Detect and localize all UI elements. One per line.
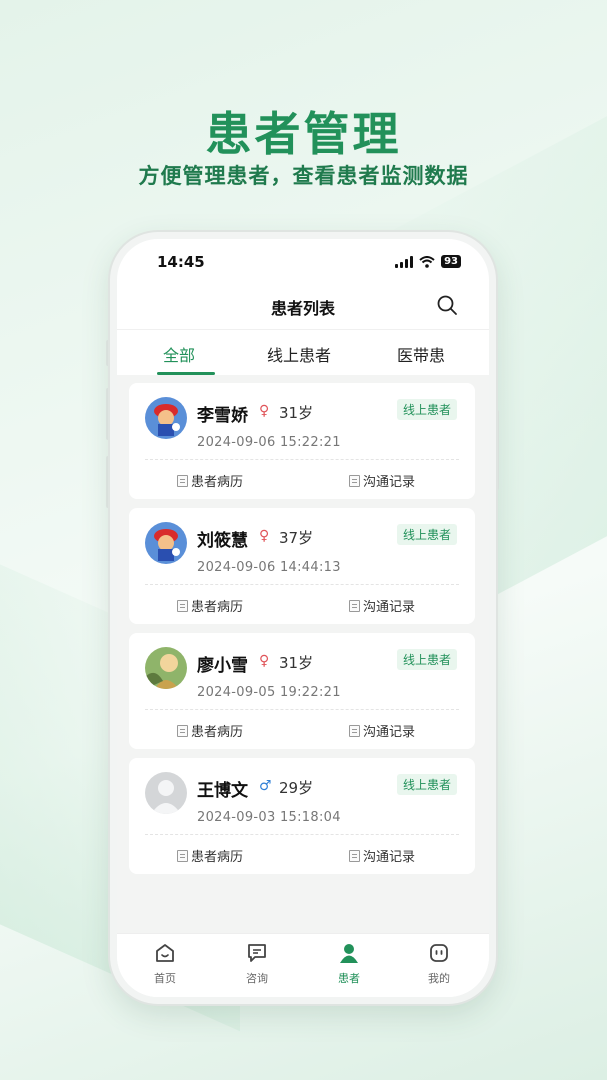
phone-frame: 14:45 93 患者列表 全部 线上患者 医带患 李雪娇 ♀ 31岁 线上患者… bbox=[110, 232, 496, 1004]
patient-name: 刘筱慧 bbox=[197, 531, 248, 551]
medical-record-label: 患者病历 bbox=[191, 600, 244, 615]
patient-name: 廖小雪 bbox=[197, 656, 248, 676]
profile-icon bbox=[430, 944, 448, 962]
signal-icon bbox=[395, 255, 414, 268]
patient-card[interactable]: 王博文 ♂ 29岁 线上患者 2024-09-03 15:18:04 患者病历 … bbox=[129, 758, 475, 874]
status-bar: 14:45 93 bbox=[117, 251, 489, 275]
tab-doctor-patients[interactable]: 医带患 bbox=[397, 342, 445, 366]
patient-timestamp: 2024-09-03 15:18:04 bbox=[197, 810, 341, 825]
communication-record-label: 沟通记录 bbox=[363, 475, 416, 490]
document-icon bbox=[349, 599, 360, 612]
patient-card[interactable]: 廖小雪 ♀ 31岁 线上患者 2024-09-05 19:22:21 患者病历 … bbox=[129, 633, 475, 749]
promo-subline: 方便管理患者，查看患者监测数据 bbox=[138, 164, 469, 188]
tab-home-label: 首页 bbox=[154, 972, 176, 985]
tab-patients[interactable]: 患者 bbox=[319, 942, 379, 986]
communication-record-label: 沟通记录 bbox=[363, 725, 416, 740]
medical-record-button[interactable]: 患者病历 bbox=[177, 471, 243, 490]
patient-list: 李雪娇 ♀ 31岁 线上患者 2024-09-06 15:22:21 患者病历 … bbox=[117, 375, 489, 947]
default-avatar bbox=[145, 772, 187, 814]
status-badge: 线上患者 bbox=[396, 524, 457, 545]
chat-icon bbox=[248, 944, 266, 962]
mario-avatar bbox=[145, 397, 187, 439]
patient-timestamp: 2024-09-05 19:22:21 bbox=[197, 685, 341, 700]
patient-icon bbox=[340, 944, 358, 963]
patient-card[interactable]: 刘筱慧 ♀ 37岁 线上患者 2024-09-06 14:44:13 患者病历 … bbox=[129, 508, 475, 624]
patient-age: 37岁 bbox=[279, 529, 314, 547]
tab-all[interactable]: 全部 bbox=[163, 342, 195, 366]
status-time: 14:45 bbox=[157, 253, 205, 271]
tab-profile-label: 我的 bbox=[428, 972, 450, 985]
communication-record-label: 沟通记录 bbox=[363, 600, 416, 615]
communication-record-button[interactable]: 沟通记录 bbox=[349, 471, 415, 490]
bottom-tab-bar: 首页 咨询 患者 我的 bbox=[117, 933, 489, 997]
document-icon bbox=[349, 849, 360, 862]
patient-age: 29岁 bbox=[279, 779, 314, 797]
promo-headline: 患者管理 bbox=[205, 107, 402, 161]
document-icon bbox=[349, 474, 360, 487]
communication-record-label: 沟通记录 bbox=[363, 850, 416, 865]
medical-record-button[interactable]: 患者病历 bbox=[177, 596, 243, 615]
page-title: 患者列表 bbox=[270, 299, 335, 318]
search-icon[interactable] bbox=[435, 293, 459, 317]
communication-record-button[interactable]: 沟通记录 bbox=[349, 846, 415, 865]
patient-timestamp: 2024-09-06 14:44:13 bbox=[197, 560, 341, 575]
home-icon bbox=[156, 944, 174, 962]
medical-record-label: 患者病历 bbox=[191, 475, 244, 490]
medical-record-label: 患者病历 bbox=[191, 725, 244, 740]
medical-record-label: 患者病历 bbox=[191, 850, 244, 865]
tab-consult[interactable]: 咨询 bbox=[227, 942, 287, 986]
status-badge: 线上患者 bbox=[396, 399, 457, 420]
female-icon: ♀ bbox=[259, 528, 270, 544]
medical-record-button[interactable]: 患者病历 bbox=[177, 721, 243, 740]
filter-tabs: 全部 线上患者 医带患 bbox=[117, 329, 489, 375]
tab-consult-label: 咨询 bbox=[246, 972, 268, 985]
tab-online-patients[interactable]: 线上患者 bbox=[267, 342, 331, 366]
communication-record-button[interactable]: 沟通记录 bbox=[349, 596, 415, 615]
battery-indicator: 93 bbox=[441, 255, 461, 268]
tab-patients-label: 患者 bbox=[338, 972, 360, 985]
document-icon bbox=[177, 849, 188, 862]
communication-record-button[interactable]: 沟通记录 bbox=[349, 721, 415, 740]
patient-age: 31岁 bbox=[279, 404, 314, 422]
status-badge: 线上患者 bbox=[396, 774, 457, 795]
patient-age: 31岁 bbox=[279, 654, 314, 672]
wifi-icon bbox=[419, 255, 435, 268]
medical-record-button[interactable]: 患者病历 bbox=[177, 846, 243, 865]
tab-home[interactable]: 首页 bbox=[135, 942, 195, 986]
male-icon: ♂ bbox=[259, 778, 272, 794]
photo-avatar bbox=[145, 647, 187, 689]
mario-avatar bbox=[145, 522, 187, 564]
patient-name: 李雪娇 bbox=[197, 406, 248, 426]
patient-card[interactable]: 李雪娇 ♀ 31岁 线上患者 2024-09-06 15:22:21 患者病历 … bbox=[129, 383, 475, 499]
nav-bar: 患者列表 bbox=[117, 283, 489, 329]
female-icon: ♀ bbox=[259, 403, 270, 419]
document-icon bbox=[349, 724, 360, 737]
female-icon: ♀ bbox=[259, 653, 270, 669]
document-icon bbox=[177, 474, 188, 487]
patient-timestamp: 2024-09-06 15:22:21 bbox=[197, 435, 341, 450]
tab-profile[interactable]: 我的 bbox=[409, 942, 469, 986]
document-icon bbox=[177, 599, 188, 612]
status-badge: 线上患者 bbox=[396, 649, 457, 670]
patient-name: 王博文 bbox=[197, 781, 248, 801]
document-icon bbox=[177, 724, 188, 737]
